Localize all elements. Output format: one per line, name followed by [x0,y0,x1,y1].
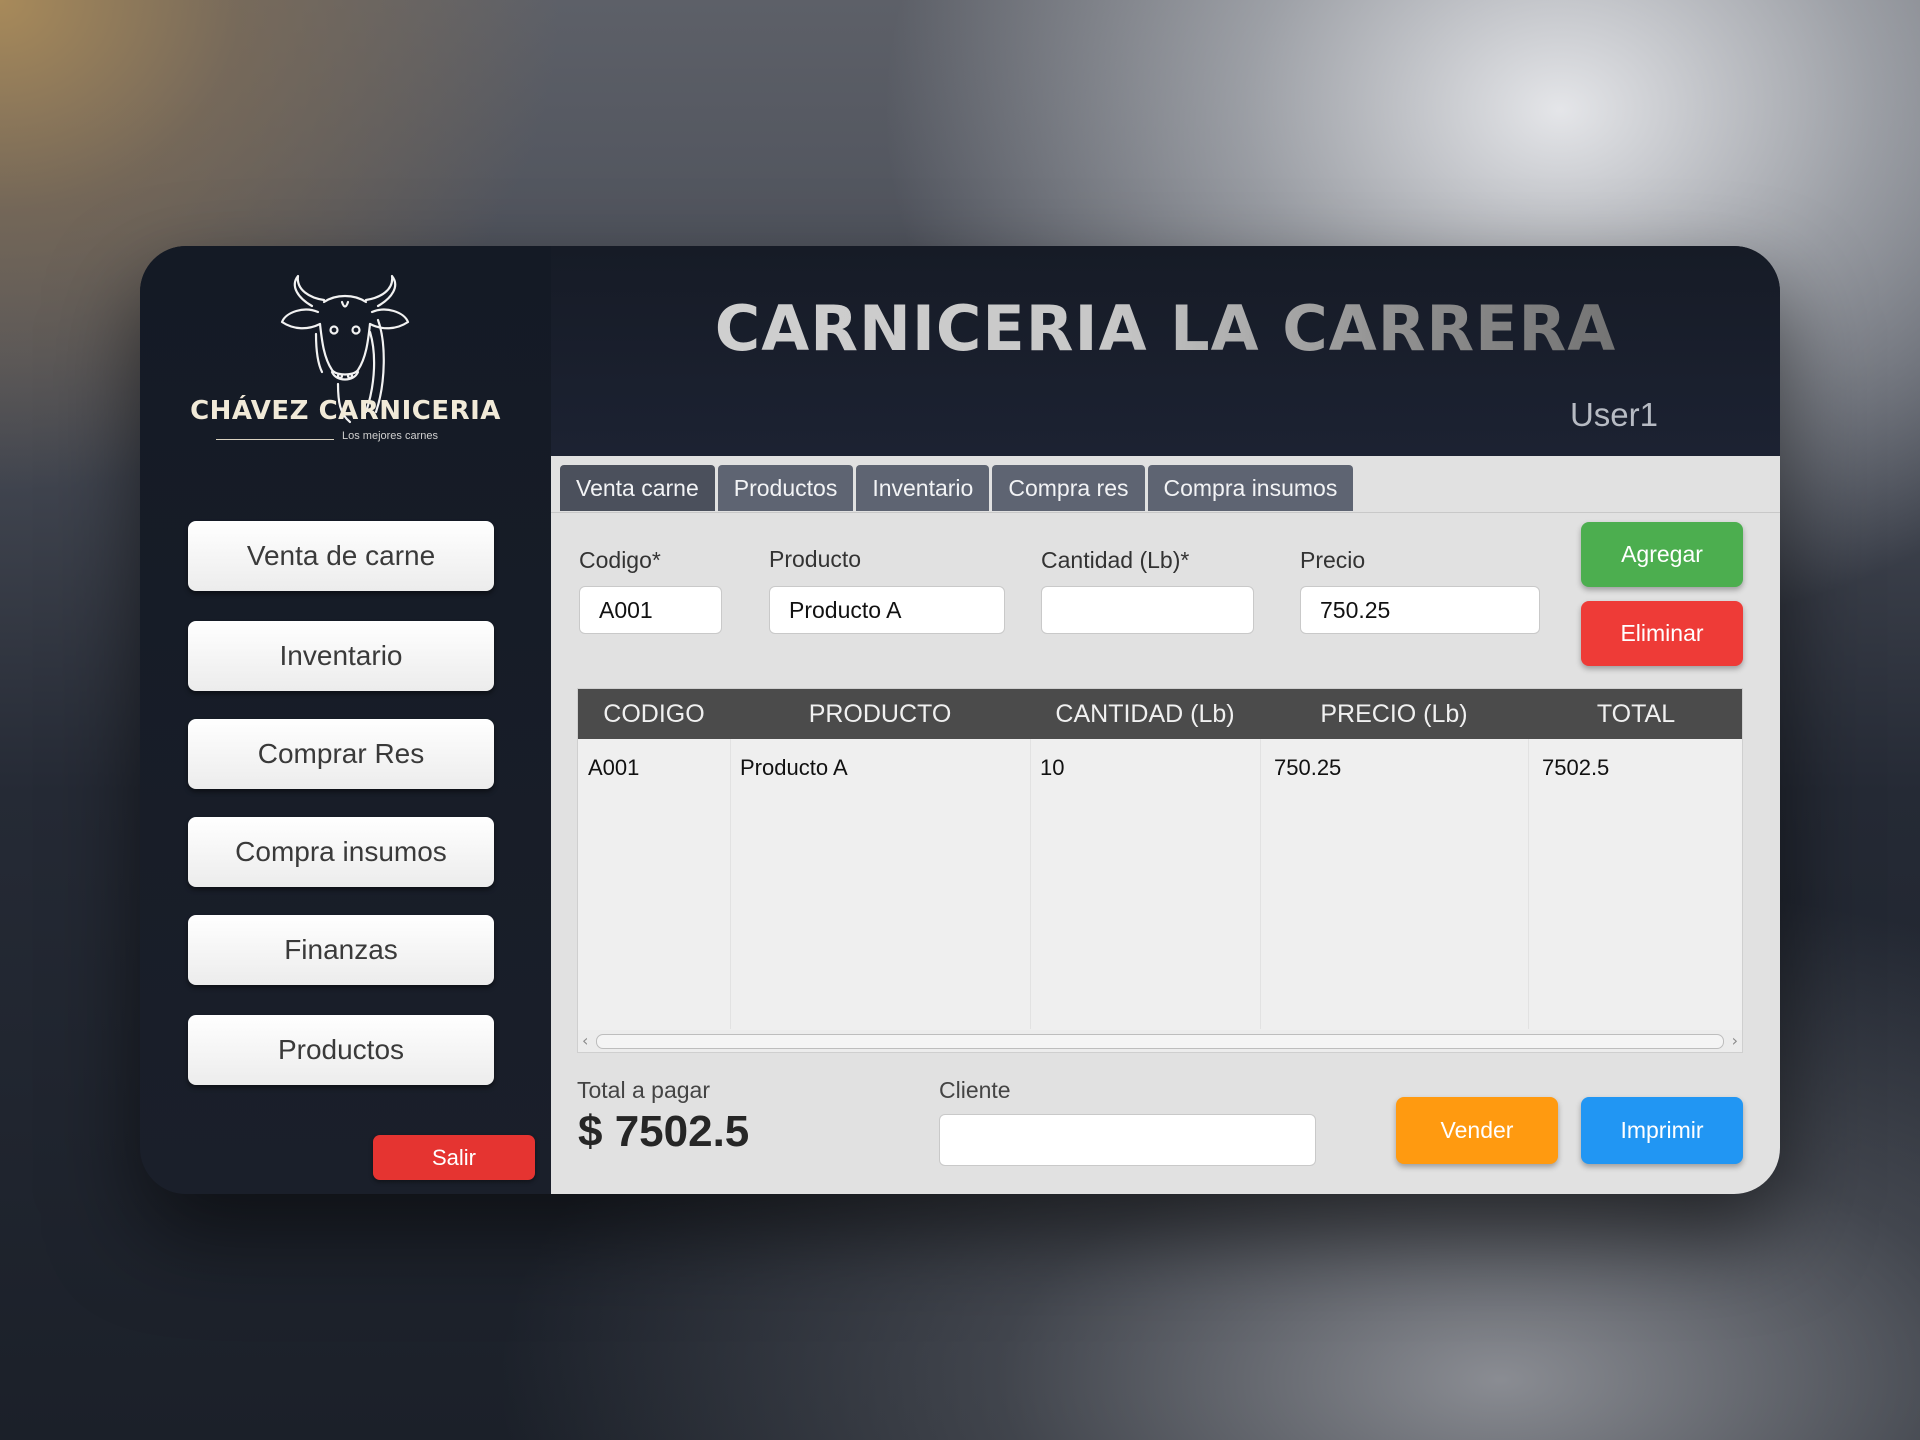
column-header-precio[interactable]: PRECIO (Lb) [1260,689,1528,739]
nav-finanzas-button[interactable]: Finanzas [188,915,494,985]
brand-tagline: Los mejores carnes [342,430,438,442]
tab-compra-res[interactable]: Compra res [992,465,1145,511]
add-button[interactable]: Agregar [1581,522,1743,587]
total-amount: $ 7502.5 [578,1107,750,1156]
tab-bar: Venta carne Productos Inventario Compra … [560,465,1356,511]
table-row[interactable]: A001 Producto A 10 750.25 7502.5 [578,739,1742,791]
cell-precio: 750.25 [1274,755,1342,780]
tab-divider [551,512,1780,513]
column-header-producto[interactable]: PRODUCTO [730,689,1030,739]
cantidad-input[interactable] [1041,586,1254,634]
cliente-label: Cliente [939,1077,1011,1103]
delete-button[interactable]: Eliminar [1581,601,1743,666]
tab-inventario[interactable]: Inventario [856,465,990,511]
scroll-left-icon[interactable]: ‹ [582,1030,588,1052]
cell-total: 7502.5 [1542,755,1610,780]
sidebar: CHÁVEZ CARNICERIA Los mejores carnes Ven… [140,246,551,1194]
precio-input[interactable]: 750.25 [1300,586,1540,634]
scrollbar-thumb[interactable] [596,1034,1724,1049]
nav-productos-button[interactable]: Productos [188,1015,494,1085]
total-label: Total a pagar [577,1077,710,1103]
nav-inventario-button[interactable]: Inventario [188,621,494,691]
print-button[interactable]: Imprimir [1581,1097,1743,1164]
brand-logo: CHÁVEZ CARNICERIA Los mejores carnes [140,272,551,502]
producto-input[interactable]: Producto A [769,586,1005,634]
producto-label: Producto [769,546,862,572]
cell-producto: Producto A [740,755,848,780]
cantidad-label: Cantidad (Lb)* [1041,547,1190,573]
tab-productos[interactable]: Productos [717,465,854,511]
codigo-input[interactable]: A001 [579,586,722,634]
sell-button[interactable]: Vender [1396,1097,1558,1164]
column-header-cantidad[interactable]: CANTIDAD (Lb) [1030,689,1260,739]
exit-button[interactable]: Salir [373,1135,535,1180]
tab-venta-carne[interactable]: Venta carne [560,465,715,511]
brand-name: CHÁVEZ CARNICERIA [190,396,501,426]
table-header: CODIGO PRODUCTO CANTIDAD (Lb) PRECIO (Lb… [578,689,1742,739]
tab-compra-insumos[interactable]: Compra insumos [1147,465,1354,511]
brand-divider [216,439,334,440]
nav-venta-de-carne-button[interactable]: Venta de carne [188,521,494,591]
cell-cantidad: 10 [1040,755,1065,780]
header: CARNICERIA LA CARRERA User1 [551,246,1780,456]
horizontal-scrollbar[interactable]: ‹ › [578,1030,1742,1052]
column-header-total[interactable]: TOTAL [1528,689,1742,739]
precio-label: Precio [1300,547,1366,573]
nav-comprar-res-button[interactable]: Comprar Res [188,719,494,789]
app-window: CHÁVEZ CARNICERIA Los mejores carnes Ven… [140,246,1780,1194]
page-title: CARNICERIA LA CARRERA [551,292,1780,365]
column-header-codigo[interactable]: CODIGO [578,689,730,739]
sales-table: CODIGO PRODUCTO CANTIDAD (Lb) PRECIO (Lb… [577,688,1743,1053]
current-user: User1 [1569,396,1658,433]
cliente-input[interactable] [939,1114,1316,1166]
scroll-right-icon[interactable]: › [1732,1030,1738,1052]
bull-head-icon [280,274,410,424]
codigo-label: Codigo* [579,547,661,573]
nav-compra-insumos-button[interactable]: Compra insumos [188,817,494,887]
cell-codigo: A001 [588,755,640,780]
main-content: Venta carne Productos Inventario Compra … [551,456,1780,1194]
